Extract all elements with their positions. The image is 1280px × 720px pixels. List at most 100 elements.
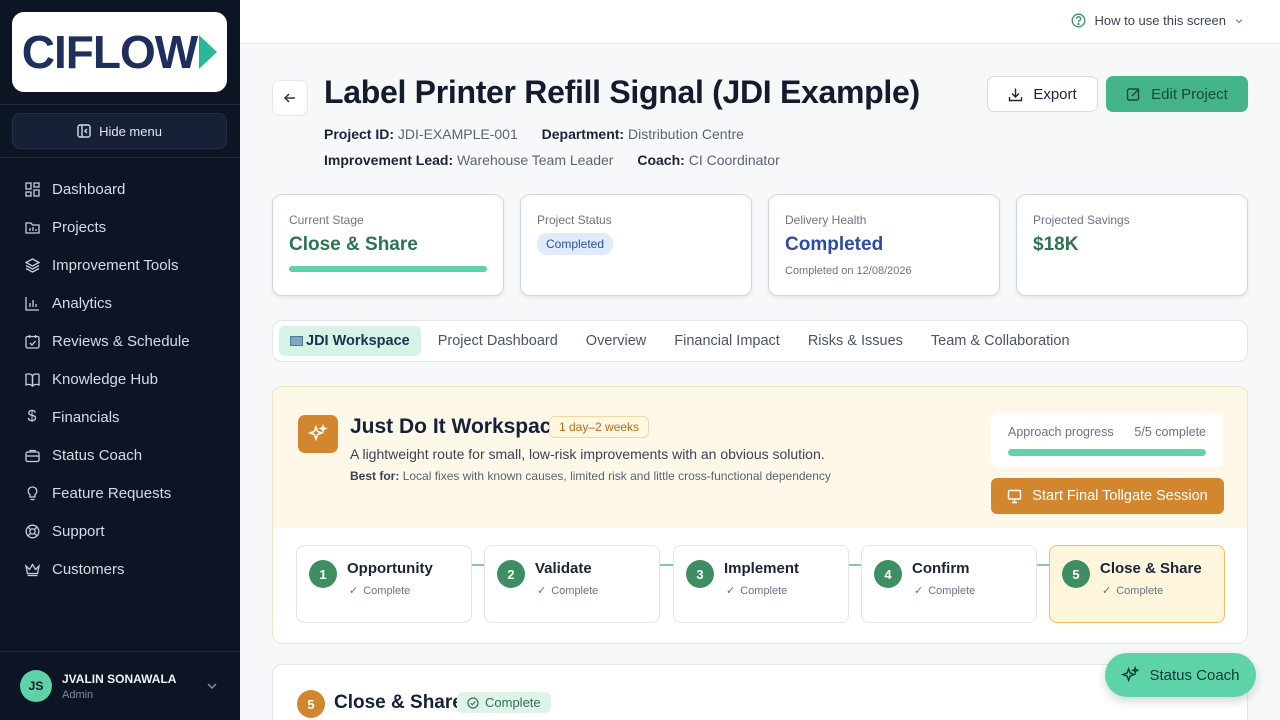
step-name: Opportunity xyxy=(347,560,433,577)
export-label: Export xyxy=(1033,85,1077,103)
section-badge-label: Complete xyxy=(485,695,541,710)
top-bar: How to use this screen xyxy=(240,0,1280,44)
sidebar-item-feature-requests[interactable]: Feature Requests xyxy=(0,474,240,512)
step-status: ✓ Complete xyxy=(726,584,787,597)
tab-project-dashboard[interactable]: Project Dashboard xyxy=(427,326,569,356)
tab-risks-issues[interactable]: Risks & Issues xyxy=(797,326,914,356)
book-icon xyxy=(24,371,40,387)
delivery-health-card: Delivery Health Completed Completed on 1… xyxy=(768,194,1000,296)
sidebar-item-support[interactable]: Support xyxy=(0,512,240,550)
sidebar-item-status-coach[interactable]: Status Coach xyxy=(0,436,240,474)
step-opportunity[interactable]: 1 Opportunity ✓ Complete xyxy=(296,545,472,623)
step-close-share[interactable]: 5 Close & Share ✓ Complete xyxy=(1049,545,1225,623)
sidebar-item-projects[interactable]: Projects xyxy=(0,208,240,246)
sidebar-item-label: Feature Requests xyxy=(52,484,172,502)
help-circle-icon xyxy=(1072,13,1086,28)
download-icon xyxy=(1009,88,1023,101)
lead-label: Improvement Lead: xyxy=(324,152,454,168)
section-title: Close & Share xyxy=(334,692,463,713)
step-implement[interactable]: 3 Implement ✓ Complete xyxy=(673,545,849,623)
sidebar-item-label: Financials xyxy=(52,408,120,426)
sidebar-item-knowledge-hub[interactable]: Knowledge Hub xyxy=(0,360,240,398)
hide-menu-button[interactable]: Hide menu xyxy=(12,113,227,149)
department-label: Department: xyxy=(541,126,625,142)
progress-label: Approach progress xyxy=(1008,425,1114,439)
logo-text: CIFLOW xyxy=(21,26,198,78)
current-stage-card: Current Stage Close & Share xyxy=(272,194,504,296)
sidebar-item-dashboard[interactable]: Dashboard xyxy=(0,170,240,208)
completed-date: Completed on 12/08/2026 xyxy=(785,265,912,277)
sidebar-nav: Dashboard Projects Improvement Tools Ana… xyxy=(0,170,240,588)
sidebar-item-financials[interactable]: $ Financials xyxy=(0,398,240,436)
sidebar-item-label: Analytics xyxy=(52,294,113,312)
project-id-label: Project ID: xyxy=(324,126,395,142)
check-circle-icon xyxy=(467,696,479,709)
check-icon: ✓ xyxy=(1102,585,1112,597)
sidebar-item-improvement-tools[interactable]: Improvement Tools xyxy=(0,246,240,284)
card-label: Current Stage xyxy=(289,213,364,227)
sidebar-item-label: Status Coach xyxy=(52,446,143,464)
close-share-section: 5 Close & Share Complete xyxy=(272,664,1248,720)
logo-arrow-icon xyxy=(199,35,218,69)
step-status-text: Complete xyxy=(551,585,599,597)
sidebar-item-reviews-schedule[interactable]: Reviews & Schedule xyxy=(0,322,240,360)
project-id-value: JDI-EXAMPLE-001 xyxy=(397,126,518,142)
progress-track xyxy=(1008,449,1206,456)
check-icon: ✓ xyxy=(537,585,547,597)
start-tollgate-button[interactable]: Start Final Tollgate Session xyxy=(991,478,1224,514)
card-label: Project Status xyxy=(537,213,612,227)
tab-team-collaboration[interactable]: Team & Collaboration xyxy=(920,326,1081,356)
step-validate[interactable]: 2 Validate ✓ Complete xyxy=(484,545,660,623)
coach-value: CI Coordinator xyxy=(688,152,780,168)
step-number: 4 xyxy=(874,560,902,588)
user-name: JVALIN SONAWALA xyxy=(62,671,177,686)
edit-project-button[interactable]: Edit Project xyxy=(1106,76,1248,112)
delivery-health-value: Completed xyxy=(785,234,884,255)
user-info: JVALIN SONAWALA Admin xyxy=(62,672,176,701)
coach-label: Coach: xyxy=(637,152,685,168)
sparkle-icon xyxy=(1121,665,1141,682)
projected-savings-card: Projected Savings $18K xyxy=(1016,194,1248,296)
step-status: ✓ Complete xyxy=(1102,584,1163,597)
sidebar-divider xyxy=(0,157,240,158)
check-icon: ✓ xyxy=(349,585,359,597)
section-status-badge: Complete xyxy=(457,692,551,713)
avatar: JS xyxy=(20,670,52,702)
sidebar-item-customers[interactable]: Customers xyxy=(0,550,240,588)
ciflow-logo[interactable]: CIFLOW xyxy=(12,12,227,92)
step-status: ✓ Complete xyxy=(349,584,410,597)
step-number: 5 xyxy=(1062,560,1090,588)
step-number: 3 xyxy=(686,560,714,588)
dollar-icon: $ xyxy=(27,408,37,425)
step-name: Implement xyxy=(724,560,800,577)
user-role: Admin xyxy=(62,688,94,701)
step-number: 1 xyxy=(309,560,337,588)
crown-icon xyxy=(24,561,40,577)
lead-value: Warehouse Team Leader xyxy=(457,152,614,168)
back-button[interactable] xyxy=(272,80,308,116)
sidebar-item-analytics[interactable]: Analytics xyxy=(0,284,240,322)
best-for-label: Best for: xyxy=(350,469,400,483)
how-to-use-button[interactable]: How to use this screen xyxy=(1071,13,1244,28)
project-meta-row-2: Improvement Lead: Warehouse Team Leader … xyxy=(324,152,780,168)
status-badge: Completed xyxy=(537,233,614,255)
current-stage-value: Close & Share xyxy=(289,234,418,255)
step-status-text: Complete xyxy=(928,585,976,597)
lifebuoy-icon xyxy=(24,523,40,539)
step-status-text: Complete xyxy=(363,585,411,597)
step-connector xyxy=(660,564,674,566)
step-confirm[interactable]: 4 Confirm ✓ Complete xyxy=(861,545,1037,623)
lightbulb-icon xyxy=(24,485,40,501)
tab-jdi-workspace[interactable]: JDI Workspace xyxy=(279,326,421,356)
jdi-steps: 1 Opportunity ✓ Complete 2 Validate ✓ Comp… xyxy=(296,545,1226,623)
card-label: Projected Savings xyxy=(1033,213,1130,227)
check-icon: ✓ xyxy=(726,585,736,597)
tab-overview[interactable]: Overview xyxy=(575,326,657,356)
sidebar-divider xyxy=(0,104,240,105)
project-status-card: Project Status Completed xyxy=(520,194,752,296)
tab-financial-impact[interactable]: Financial Impact xyxy=(663,326,791,356)
user-menu[interactable]: JS JVALIN SONAWALA Admin xyxy=(0,651,240,720)
bar-chart-icon xyxy=(24,295,40,311)
export-button[interactable]: Export xyxy=(987,76,1098,112)
status-coach-button[interactable]: Status Coach xyxy=(1105,653,1256,697)
